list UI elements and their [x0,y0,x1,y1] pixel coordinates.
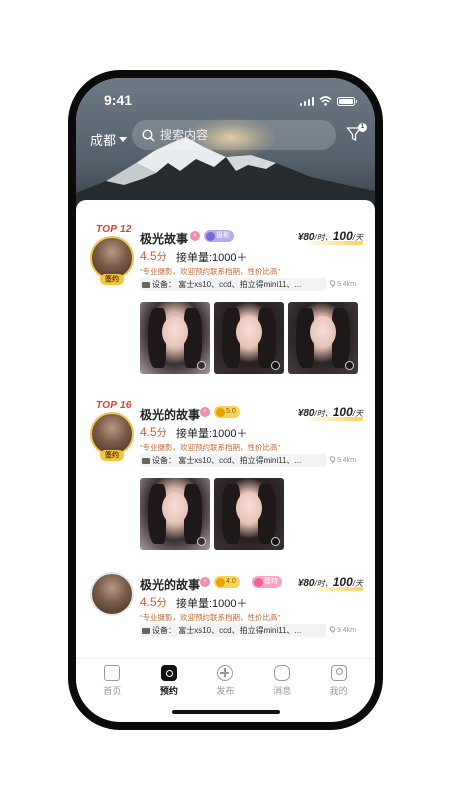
portfolio-photo[interactable] [140,478,210,550]
battery-icon [337,96,357,106]
distance: 9.4km [328,279,356,288]
home-indicator[interactable] [172,710,280,714]
price-underline [303,587,363,591]
tab-booking[interactable]: 预约 [145,663,193,702]
profile-icon [330,665,347,681]
tab-home[interactable]: 首页 [88,663,136,702]
avatar[interactable]: 签约 [90,236,134,285]
portfolio-photo[interactable] [214,302,284,374]
device-camera-icon [142,281,150,288]
intro-quote: “专业摄影，欢迎预约联系档期，性价比高” [140,443,280,452]
model-icon [254,577,263,587]
portfolio-photo[interactable] [288,302,358,374]
level-badge-icon [216,407,225,417]
photographer-name: 极光的故事 [140,578,201,592]
photographer-list[interactable]: TOP 12 签约 极光故事 ♀ 摄影 ¥80/时、100/天 4.5分 接单量… [76,200,375,660]
photographer-name: 极光故事 [140,232,189,246]
search-icon [142,128,155,141]
filter-button[interactable]: 1 [346,123,367,144]
plus-icon [217,665,234,681]
order-count: 接单量:1000＋ [176,428,248,440]
camera-icon [197,361,206,370]
photo-gallery [140,302,358,374]
screen: 9:41 成都 搜索内容 1 TOP 12 签约 极光故事 ♀ 摄影 ¥80/时… [76,78,375,722]
female-icon: ♀ [200,407,210,417]
device-camera-icon [142,457,150,464]
photographer-card[interactable]: TOP 16 签约 极光的故事 ♀ 5.0 ¥80/时、100/天 4.5分 接… [76,394,375,569]
rating-score: 4.5分 [140,595,167,609]
intro-quote: “专业摄影，欢迎预约联系档期，性价比高” [140,267,280,276]
tab-messages[interactable]: 消息 [258,663,306,702]
photo-gallery [140,478,284,550]
location-pin-icon [328,455,337,463]
level-tag: 5.0 [214,406,240,418]
device-info: 设备： 富士xs10、ccd、拍立得mini11、... [140,624,326,637]
level-tag: 4.0 [214,576,240,588]
portfolio-photo[interactable] [140,302,210,374]
level-badge-icon [216,577,225,587]
phone-frame: 9:41 成都 搜索内容 1 TOP 12 签约 极光故事 ♀ 摄影 ¥80/时… [68,70,383,730]
distance: 9.4km [328,455,356,464]
device-info: 设备： 富士xs10、ccd、拍立得mini11、... [140,278,326,291]
message-icon [274,665,291,681]
order-count: 接单量:1000＋ [176,598,248,610]
price-underline [303,417,363,421]
home-icon [104,665,121,681]
filter-badge: 1 [358,123,367,132]
rating-score: 4.5分 [140,425,167,439]
female-icon: ♀ [200,577,210,587]
camera-icon [206,231,215,241]
cellular-signal-icon [299,96,314,106]
city-label: 成都 [90,133,117,148]
portfolio-photo[interactable] [214,478,284,550]
avatar[interactable]: 签约 [90,412,134,461]
chevron-down-icon [119,137,128,142]
photographer-name: 极光的故事 [140,408,201,422]
tab-profile[interactable]: 我的 [315,663,363,702]
signed-badge: 签约 [100,274,124,285]
camera-icon [160,665,177,681]
search-input[interactable] [160,128,320,142]
price-underline [303,241,363,245]
female-icon: ♀ [190,231,200,241]
camera-icon [271,537,280,546]
avatar[interactable] [90,572,134,616]
intro-quote: “专业摄影，欢迎预约联系档期，性价比高” [140,613,280,622]
location-pin-icon [328,279,337,287]
role-tag: 摄影 [204,230,234,242]
city-selector[interactable]: 成都 [90,130,128,149]
camera-icon [197,537,206,546]
distance: 9.4km [328,625,356,634]
role-tag: 模特 [252,576,282,588]
wifi-icon [319,96,332,106]
rank-label: TOP 12 [96,224,132,235]
rank-label: TOP 16 [96,400,132,411]
camera-icon [345,361,354,370]
location-pin-icon [328,625,337,633]
status-icons [299,96,357,106]
device-info: 设备： 富士xs10、ccd、拍立得mini11、... [140,454,326,467]
order-count: 接单量:1000＋ [176,252,248,264]
search-bar[interactable] [132,120,336,150]
device-camera-icon [142,627,150,634]
photographer-card[interactable]: 极光的故事 ♀ 4.0 模特 ¥80/时、100/天 4.5分 接单量:1000… [76,570,375,660]
rating-score: 4.5分 [140,249,167,263]
signed-badge: 签约 [100,450,124,461]
bottom-tab-bar: 首页 预约 发布 消息 我的 [76,658,375,702]
camera-icon [271,361,280,370]
status-bar: 9:41 [76,92,375,112]
photographer-card[interactable]: TOP 12 签约 极光故事 ♀ 摄影 ¥80/时、100/天 4.5分 接单量… [76,218,375,393]
status-time: 9:41 [104,92,133,108]
tab-publish[interactable]: 发布 [201,663,249,702]
